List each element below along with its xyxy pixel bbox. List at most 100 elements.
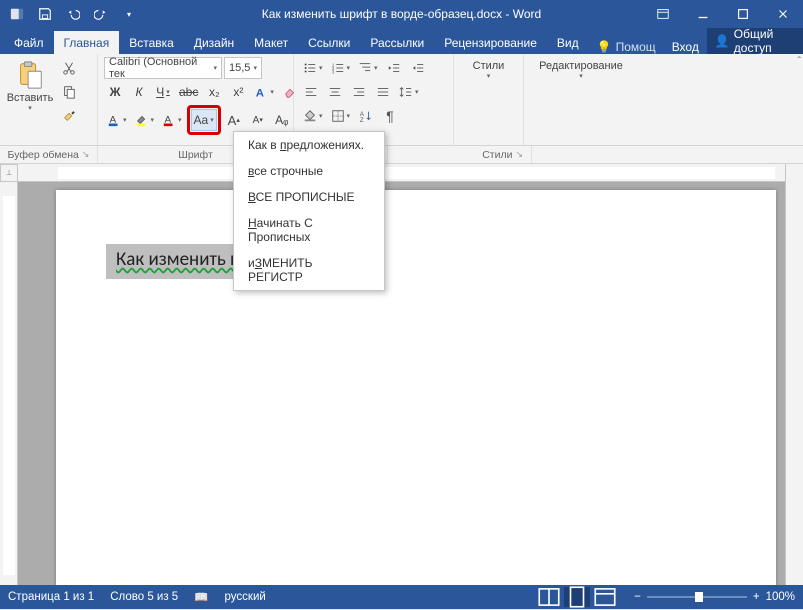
- menu-lowercase[interactable]: все строчные: [234, 158, 384, 184]
- bold-button[interactable]: Ж: [104, 81, 126, 103]
- multilevel-button[interactable]: [355, 57, 381, 79]
- tell-me[interactable]: 💡Помощ: [589, 40, 664, 54]
- tab-references[interactable]: Ссылки: [298, 31, 360, 54]
- copy-button[interactable]: [58, 81, 80, 103]
- ribbon: Вставить ▾ Calibri (Основной тек▾ 15,5▾ …: [0, 54, 803, 146]
- ribbon-display-icon[interactable]: [643, 0, 683, 28]
- horizontal-ruler[interactable]: [18, 164, 785, 182]
- paste-button[interactable]: Вставить ▾: [6, 57, 54, 123]
- font-color2-icon: A: [107, 113, 121, 127]
- align-left-button[interactable]: [300, 81, 322, 103]
- collapse-ribbon-icon[interactable]: ˆ: [798, 56, 801, 67]
- superscript-button[interactable]: x²: [227, 81, 249, 103]
- text-effects-icon: A: [254, 85, 268, 99]
- clear-all-button[interactable]: Aᵩ: [271, 109, 293, 131]
- tab-view[interactable]: Вид: [547, 31, 589, 54]
- document-area[interactable]: Как изменить шрифт в ворде: [18, 182, 785, 585]
- undo-icon[interactable]: [60, 2, 86, 26]
- editing-label: Редактирование: [539, 60, 623, 72]
- status-proofing-icon[interactable]: 📖: [194, 590, 208, 604]
- page[interactable]: Как изменить шрифт в ворде: [56, 190, 776, 585]
- svg-text:3: 3: [331, 69, 334, 74]
- tab-insert[interactable]: Вставка: [119, 31, 184, 54]
- format-painter-button[interactable]: [58, 105, 80, 127]
- dialog-launcher-icon[interactable]: ↘: [515, 149, 523, 160]
- status-page[interactable]: Страница 1 из 1: [8, 591, 94, 603]
- editing-button[interactable]: Редактирование ▾: [530, 57, 632, 79]
- word-app-icon[interactable]: [4, 2, 30, 26]
- zoom-level[interactable]: 100%: [766, 591, 795, 603]
- menu-toggle-case[interactable]: иЗМЕНИТЬ РЕГИСТР: [234, 250, 384, 290]
- highlight-button[interactable]: [132, 109, 158, 131]
- read-mode-icon[interactable]: [536, 587, 562, 607]
- redo-icon[interactable]: [88, 2, 114, 26]
- brush-icon: [62, 109, 76, 123]
- sort-button[interactable]: AZ: [355, 105, 377, 127]
- font-size-value: 15,5: [229, 62, 250, 74]
- borders-button[interactable]: [328, 105, 354, 127]
- show-marks-button[interactable]: ¶: [379, 105, 401, 127]
- numbering-button[interactable]: 123: [328, 57, 354, 79]
- qat-customize-icon[interactable]: ▾: [116, 2, 142, 26]
- font-color-button[interactable]: A: [159, 109, 185, 131]
- close-icon[interactable]: [763, 0, 803, 28]
- shading-button[interactable]: [300, 105, 326, 127]
- increase-indent-button[interactable]: [407, 57, 429, 79]
- share-button[interactable]: 👤Общий доступ: [707, 28, 803, 54]
- bullets-button[interactable]: [300, 57, 326, 79]
- tab-design[interactable]: Дизайн: [184, 31, 244, 54]
- change-case-highlight: Aa: [187, 105, 221, 135]
- align-center-button[interactable]: [324, 81, 346, 103]
- web-layout-icon[interactable]: [592, 587, 618, 607]
- grow-font-button[interactable]: A▴: [223, 109, 245, 131]
- cut-button[interactable]: [58, 57, 80, 79]
- decrease-indent-button[interactable]: [383, 57, 405, 79]
- minimize-icon[interactable]: [683, 0, 723, 28]
- menu-sentence-case[interactable]: Как в предложениях.: [234, 132, 384, 158]
- text-effects-button[interactable]: A: [251, 81, 277, 103]
- align-right-button[interactable]: [348, 81, 370, 103]
- justify-button[interactable]: [372, 81, 394, 103]
- maximize-icon[interactable]: [723, 0, 763, 28]
- font-size-combo[interactable]: 15,5▾: [224, 57, 262, 79]
- group-labels-row: Буфер обмена↘ Шрифт ц Стили↘: [0, 146, 803, 164]
- tab-file[interactable]: Файл: [4, 31, 54, 54]
- zoom-out-button[interactable]: −: [634, 591, 641, 603]
- styles-button[interactable]: A Стили ▾: [460, 57, 517, 79]
- menu-capitalize[interactable]: Начинать С Прописных: [234, 210, 384, 250]
- ruler-corner[interactable]: ⟂: [0, 164, 18, 182]
- status-language[interactable]: русский: [225, 591, 266, 603]
- align-center-icon: [328, 85, 342, 99]
- group-clipboard: Вставить ▾: [0, 54, 98, 145]
- dialog-launcher-icon[interactable]: ↘: [82, 149, 90, 160]
- tab-review[interactable]: Рецензирование: [434, 31, 547, 54]
- indent-icon: [411, 61, 425, 75]
- underline-button[interactable]: Ч: [152, 81, 174, 103]
- view-buttons: [536, 587, 618, 607]
- copy-icon: [62, 85, 76, 99]
- status-words[interactable]: Слово 5 из 5: [110, 591, 178, 603]
- save-icon[interactable]: [32, 2, 58, 26]
- vertical-ruler[interactable]: [0, 182, 18, 585]
- change-case-button[interactable]: Aa: [191, 109, 217, 131]
- tab-mailings[interactable]: Рассылки: [360, 31, 434, 54]
- subscript-button[interactable]: x₂: [203, 81, 225, 103]
- font-name-combo[interactable]: Calibri (Основной тек▾: [104, 57, 222, 79]
- strike-button[interactable]: abc: [176, 81, 201, 103]
- sign-in[interactable]: Вход: [664, 40, 707, 54]
- paste-icon: [15, 60, 45, 90]
- styles-label: Стили: [473, 60, 505, 72]
- tab-home[interactable]: Главная: [54, 31, 120, 54]
- zoom-in-button[interactable]: +: [753, 591, 760, 603]
- line-spacing-icon: [399, 85, 413, 99]
- tab-layout[interactable]: Макет: [244, 31, 298, 54]
- zoom-slider[interactable]: [647, 596, 747, 598]
- line-spacing-button[interactable]: [396, 81, 422, 103]
- menu-uppercase[interactable]: ВСЕ ПРОПИСНЫЕ: [234, 184, 384, 210]
- print-layout-icon[interactable]: [564, 587, 590, 607]
- share-label: Общий доступ: [734, 27, 795, 55]
- vertical-scrollbar[interactable]: [785, 164, 803, 585]
- shrink-font-button[interactable]: A▾: [247, 109, 269, 131]
- italic-button[interactable]: К: [128, 81, 150, 103]
- font-color2-button[interactable]: A: [104, 109, 130, 131]
